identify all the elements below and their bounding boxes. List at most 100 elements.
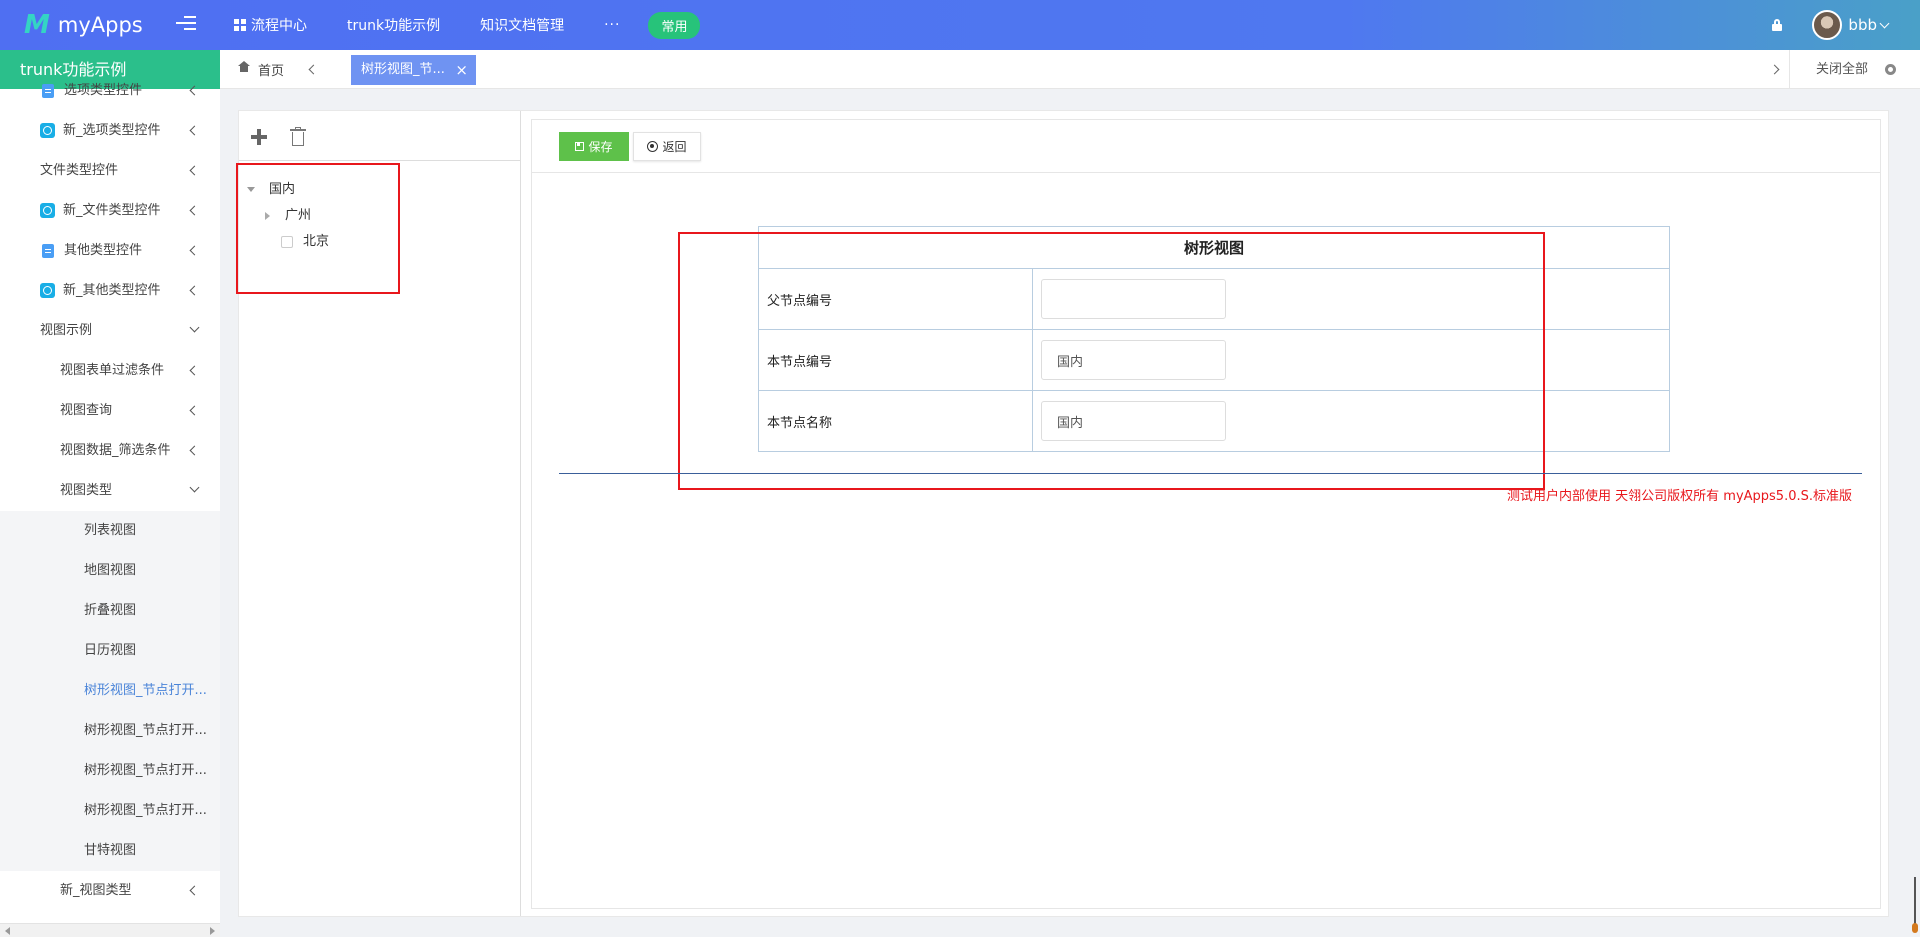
add-icon[interactable] [251,129,267,145]
tree-pane: 国内 广州 北京 [236,111,521,916]
sidebar-item-other-controls[interactable]: 其他类型控件 [0,231,220,271]
sidebar-item-tree-view-3[interactable]: 树形视图_节点打开... [0,751,220,791]
scroll-right-icon[interactable] [210,927,215,935]
tab-home-label: 首页 [258,64,285,79]
nav-item-label: 流程中心 [251,18,307,34]
back-button[interactable]: 返回 [633,132,701,161]
tab-tree-view[interactable]: 树形视图_节... × [351,55,476,85]
tree-toolbar [239,111,520,161]
more-icon[interactable]: ··· [604,17,620,33]
nav-item-process-center[interactable]: 流程中心 [234,15,307,35]
divider [1789,50,1790,89]
sidebar-item-view-query[interactable]: 视图查询 [0,391,220,431]
sidebar-item-label: 文件类型控件 [40,163,119,178]
sidebar-item-label: 选项类型控件 [64,83,143,98]
sidebar-item-calendar-view[interactable]: 日历视图 [0,631,220,671]
lock-icon[interactable] [1772,19,1783,31]
sidebar-item-view-examples[interactable]: 视图示例 [0,311,220,351]
chevron-left-icon [189,165,200,176]
chevron-down-icon [189,482,200,493]
chevron-left-icon [189,885,200,896]
sidebar-item-label: 视图查询 [60,403,113,418]
gear-icon[interactable] [1885,64,1896,75]
chevron-down-icon [189,322,200,333]
back-icon [647,141,659,152]
sidebar-item-label: 树形视图_节点打开... [84,803,207,818]
close-icon[interactable]: × [455,55,468,85]
user-area: bbb [1772,0,1890,50]
menu-toggle-icon[interactable] [176,16,196,34]
sidebar-item-label: 甘特视图 [84,843,137,858]
main-content: 国内 广州 北京 保存 返回 树形视图 父节点编号 本节点编号 国内 本节点名称… [236,110,1889,917]
chevron-down-icon[interactable] [1879,18,1890,28]
scroll-left-icon[interactable] [5,927,10,935]
sidebar-item-new-file-controls[interactable]: 新_文件类型控件 [0,191,220,231]
app-icon [40,283,55,298]
nav-item-knowledge-docs[interactable]: 知识文档管理 [480,15,564,35]
sidebar-item-label: 视图示例 [40,323,93,338]
sidebar-item-label: 视图表单过滤条件 [60,363,165,378]
user-name[interactable]: bbb [1848,16,1877,34]
form-pane: 保存 返回 树形视图 父节点编号 本节点编号 国内 本节点名称 国内 测试用户内… [531,119,1881,909]
sidebar-item-label: 其他类型控件 [64,243,143,258]
sidebar-item-label: 日历视图 [84,643,137,658]
nav-item-trunk[interactable]: trunk功能示例 [347,15,440,35]
sidebar-item-label: 新_视图类型 [60,883,132,898]
document-icon [42,83,54,98]
highlight-box-tree [236,163,400,294]
chevron-left-icon [189,245,200,256]
sidebar-item-gantt-view[interactable]: 甘特视图 [0,831,220,871]
tabs-bar: 首页 树形视图_节... × 关闭全部 [220,50,1920,89]
sidebar-item-label: 列表视图 [84,523,137,538]
home-icon [238,60,250,76]
save-icon [575,142,585,151]
sidebar-item-fold-view[interactable]: 折叠视图 [0,591,220,631]
save-button-label: 保存 [588,140,613,154]
sidebar-item-label: 视图类型 [60,483,113,498]
divider [559,473,1862,474]
sidebar-item-tree-view-4[interactable]: 树形视图_节点打开... [0,791,220,831]
app-logo[interactable]: M myApps [24,10,143,40]
tab-home[interactable]: 首页 [238,50,284,89]
avatar[interactable] [1812,10,1843,40]
form-toolbar: 保存 返回 [532,120,1880,173]
sidebar-item-tree-view-2[interactable]: 树形视图_节点打开... [0,711,220,751]
top-nav: 流程中心 trunk功能示例 知识文档管理 ··· 常用 [234,0,701,50]
grid-icon [234,19,246,31]
sidebar-item-label: 新_其他类型控件 [63,283,161,298]
sidebar-item-option-controls[interactable]: 选项类型控件 [0,71,220,111]
sidebar-item-label: 树形视图_节点打开... [84,763,207,778]
sidebar-item-list-view[interactable]: 列表视图 [0,511,220,551]
sidebar-item-label: 视图数据_筛选条件 [60,443,171,458]
page-scrollbar[interactable] [1912,877,1918,935]
top-bar: M myApps 流程中心 trunk功能示例 知识文档管理 ··· 常用 bb… [0,0,1920,50]
chevron-left-icon [189,85,200,96]
sidebar-item-new-view-types[interactable]: 新_视图类型 [0,871,220,911]
highlight-box-form [678,232,1545,490]
sidebar-menu: 选项类型控件 新_选项类型控件 文件类型控件 新_文件类型控件 其他类型控件 新… [0,71,220,911]
chevron-left-icon [189,365,200,376]
save-button[interactable]: 保存 [559,132,629,161]
tabs-next-icon[interactable] [1769,64,1780,75]
sidebar-item-view-data-filter[interactable]: 视图数据_筛选条件 [0,431,220,471]
chevron-left-icon [189,405,200,416]
sidebar-item-view-form-filter[interactable]: 视图表单过滤条件 [0,351,220,391]
chevron-left-icon [189,205,200,216]
sidebar-item-label: 树形视图_节点打开... [84,723,207,738]
sidebar-item-new-option-controls[interactable]: 新_选项类型控件 [0,111,220,151]
tabs-prev-icon[interactable] [308,64,319,75]
logo-mark-icon: M [24,10,50,40]
tab-label: 树形视图_节... [361,62,445,77]
chevron-left-icon [189,445,200,456]
copyright-text: 测试用户内部使用 天翎公司版权所有 myApps5.0.S.标准版 [1507,489,1852,504]
common-pill-button[interactable]: 常用 [648,11,701,39]
close-all-button[interactable]: 关闭全部 [1816,50,1868,89]
sidebar-horizontal-scrollbar[interactable] [0,923,220,937]
sidebar-item-view-types[interactable]: 视图类型 [0,471,220,511]
sidebar-item-map-view[interactable]: 地图视图 [0,551,220,591]
sidebar-item-new-other-controls[interactable]: 新_其他类型控件 [0,271,220,311]
sidebar-item-label: 新_文件类型控件 [63,203,161,218]
sidebar-item-file-controls[interactable]: 文件类型控件 [0,151,220,191]
sidebar-item-tree-view-1[interactable]: 树形视图_节点打开... [0,671,220,711]
trash-icon[interactable] [290,127,306,146]
